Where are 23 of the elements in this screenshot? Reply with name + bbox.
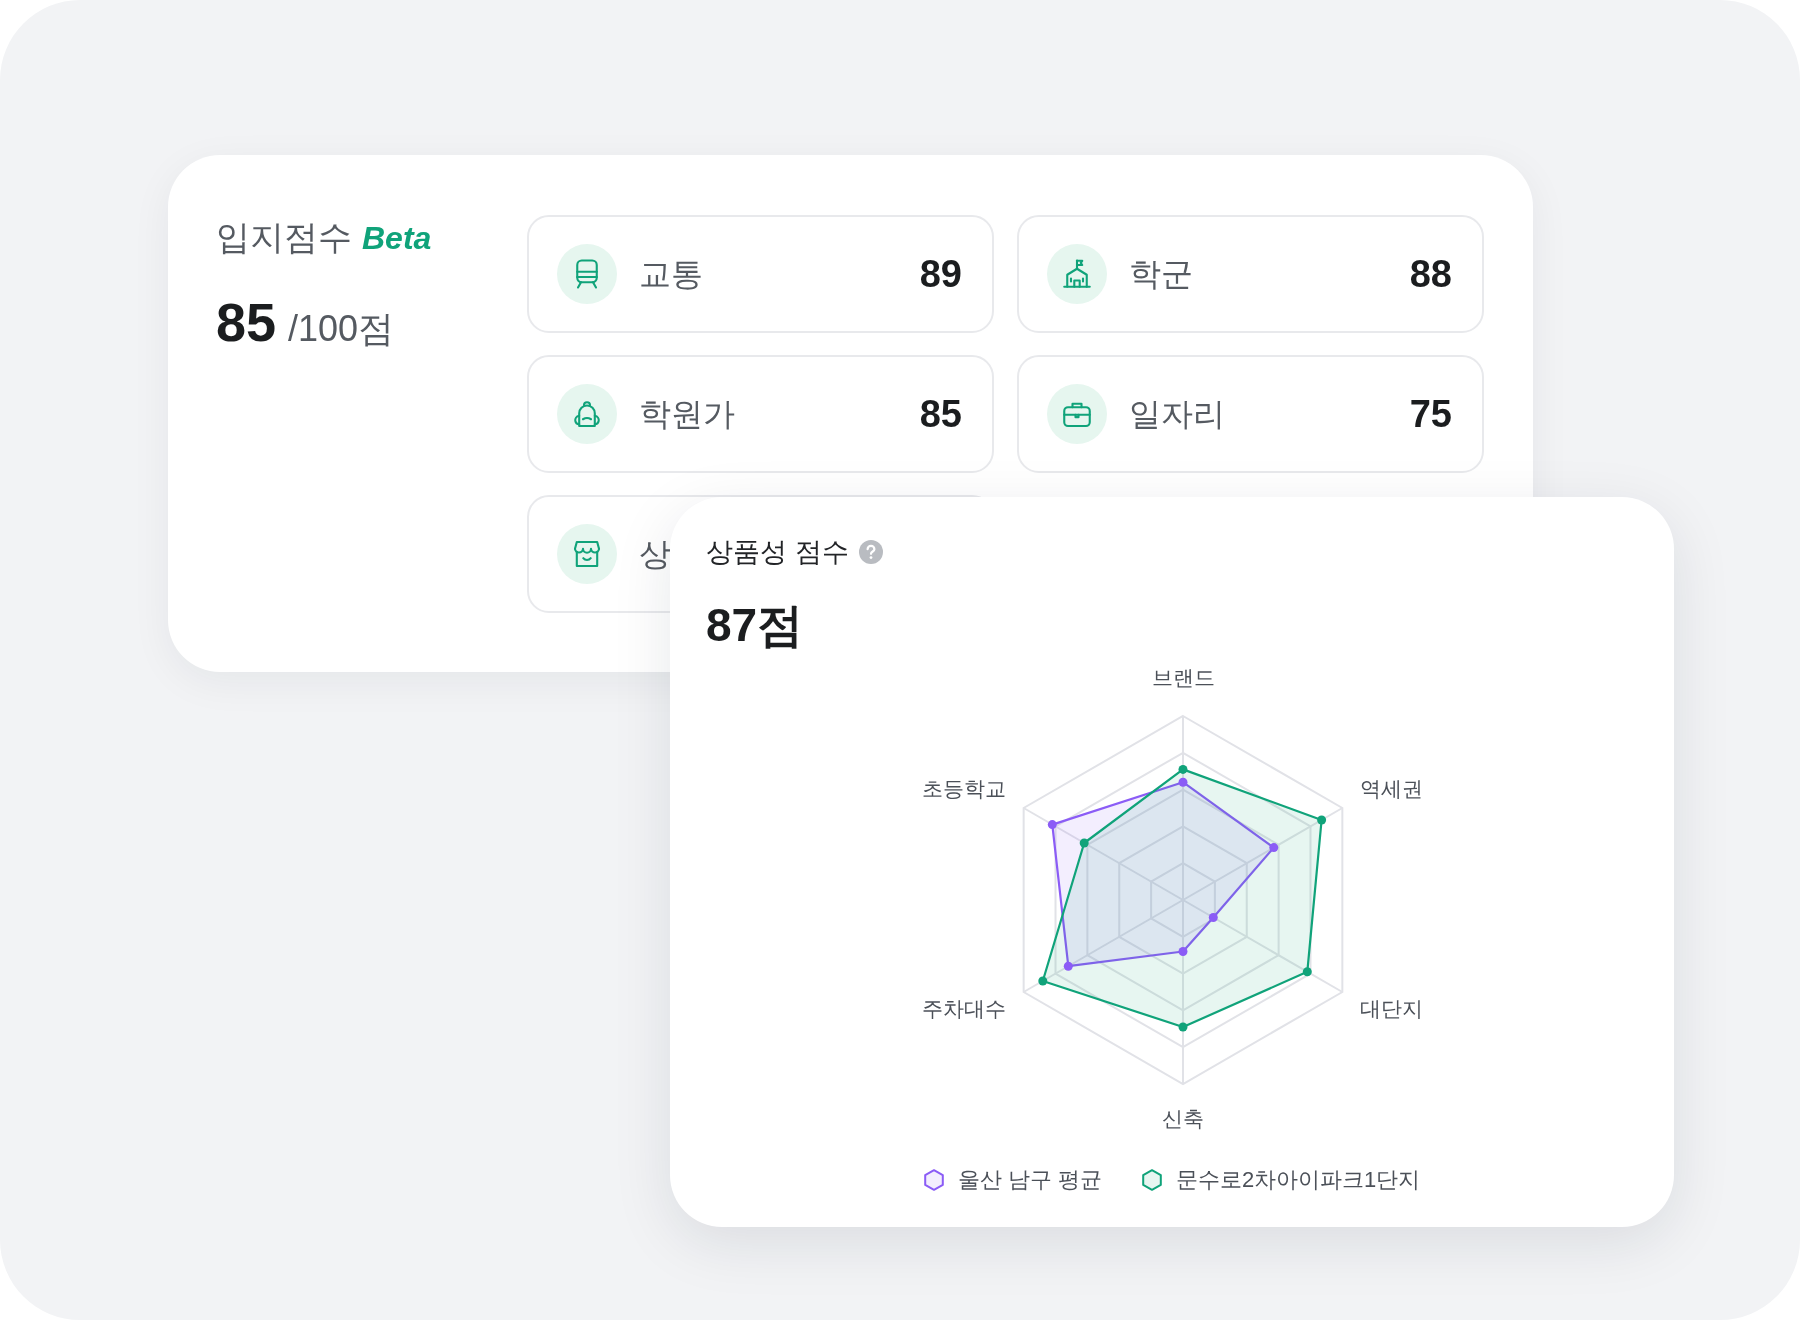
category-label: 학원가 xyxy=(639,395,735,434)
category-score: 89 xyxy=(919,252,962,296)
card-title: 상품성 점수 xyxy=(706,536,849,569)
score-scale: /100점 xyxy=(288,307,395,351)
category-label: 학군 xyxy=(1129,255,1193,294)
category-label: 상 xyxy=(639,535,671,574)
axis-label: 역세권 xyxy=(1360,776,1424,800)
axis-label: 초등학교 xyxy=(921,776,1006,800)
product-score: 87점 xyxy=(706,598,804,652)
axis-label: 신축 xyxy=(1162,1106,1204,1130)
axis-label: 대단지 xyxy=(1360,996,1424,1020)
axis-label: 브랜드 xyxy=(1151,665,1215,689)
legend-label: 울산 남구 평균 xyxy=(957,1166,1102,1194)
axis-label: 주차대수 xyxy=(921,996,1006,1020)
category-score: 88 xyxy=(1409,252,1452,296)
category-label: 교통 xyxy=(639,255,703,294)
beta-label: Beta xyxy=(362,219,432,258)
total-score: 85 xyxy=(216,292,277,352)
category-score: 85 xyxy=(919,392,962,436)
category-score: 75 xyxy=(1409,392,1452,436)
category-label: 일자리 xyxy=(1129,395,1225,434)
card-title: 입지점수 xyxy=(216,217,352,257)
legend-label: 문수로2차아이파크1단지 xyxy=(1175,1166,1421,1194)
